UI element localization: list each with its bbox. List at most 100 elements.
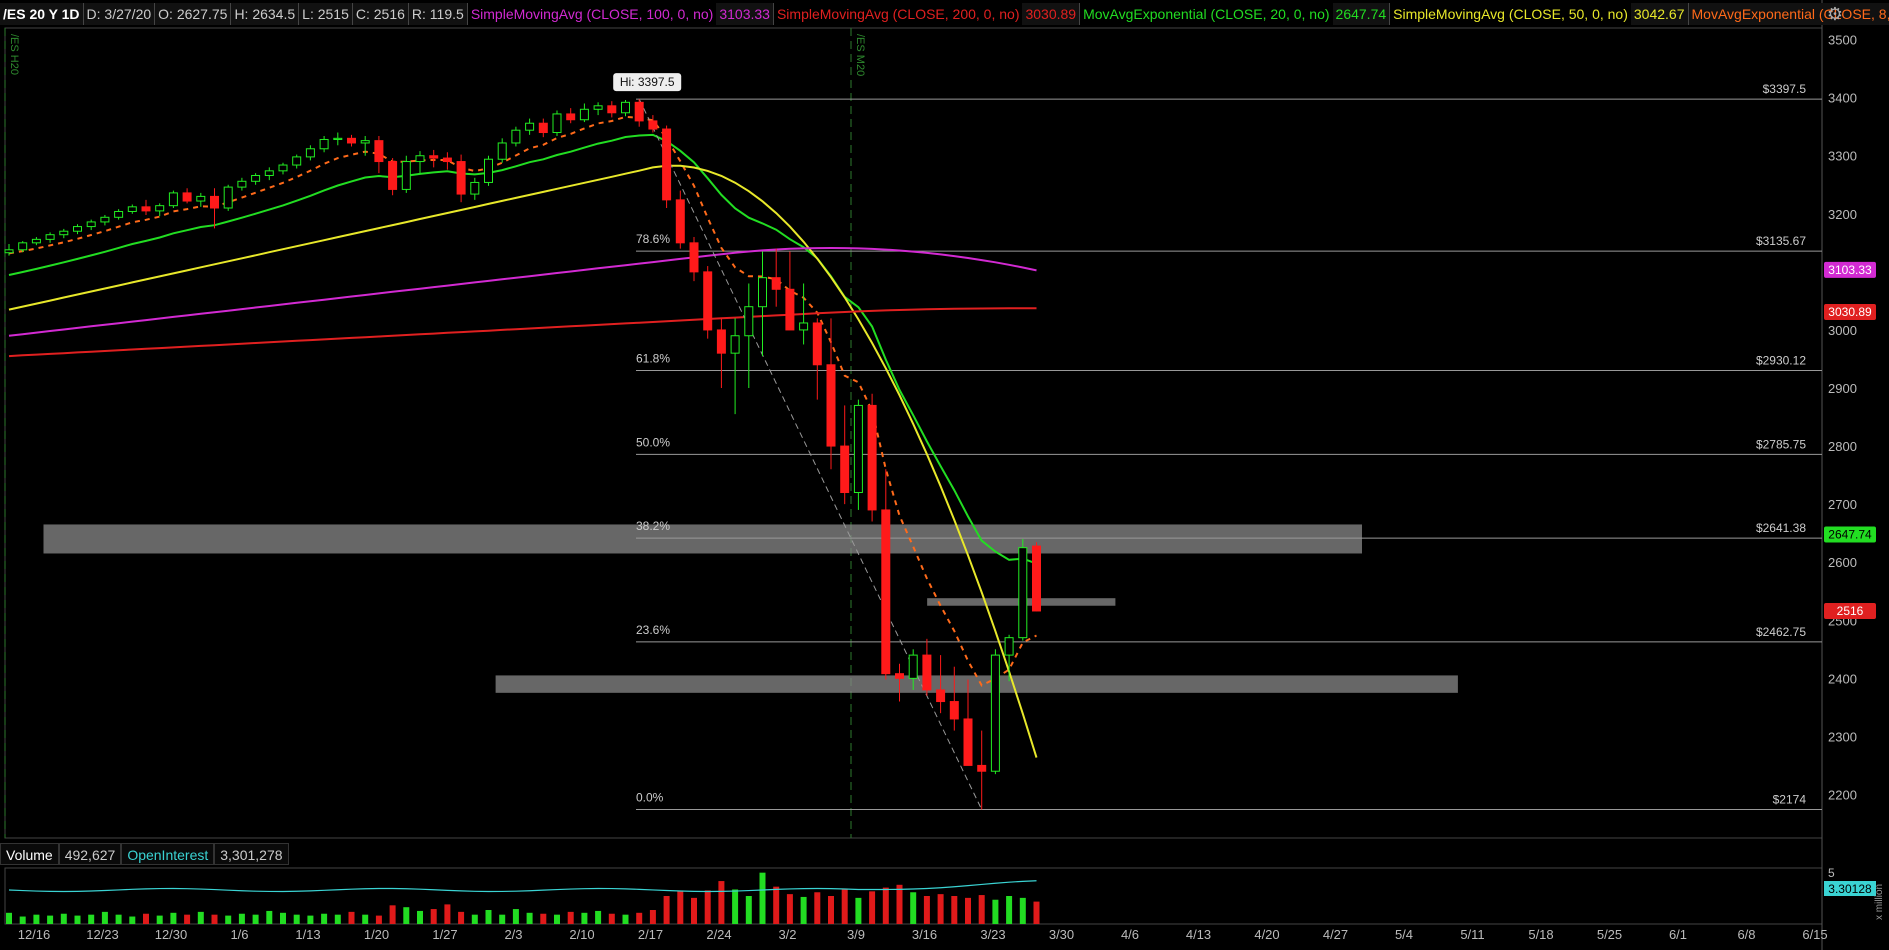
x-tick-label: 4/27 [1323,927,1348,942]
volume-header: Volume 492,627 OpenInterest 3,301,278 [0,843,289,865]
volume-tick-label: 5 [1828,866,1835,880]
price-tag-label: 2516 [1837,604,1864,618]
y-tick-label: 2800 [1828,439,1857,454]
volume-bar [636,912,643,924]
volume-bar [814,892,821,924]
x-tick-label: 3/30 [1049,927,1074,942]
gear-icon[interactable]: ⚙ [1825,4,1845,24]
volume-bar [19,916,26,924]
x-tick-label: 5/4 [1395,927,1413,942]
volume-bar [855,897,862,924]
candle-body [977,764,987,772]
volume-bar [252,914,259,924]
fib-price-label: $2641.38 [1756,521,1806,535]
candle-body [45,234,55,240]
support-resistance-zone [43,524,1362,554]
volume-bar [348,911,355,924]
volume-bar [828,896,834,924]
fib-percent-label: 0.0% [636,791,664,805]
volume-bar [595,910,602,924]
volume-bar [869,891,876,924]
x-tick-label: 2/3 [504,927,522,942]
volume-bar [1006,896,1013,924]
volume-bar [430,909,437,924]
x-tick-label: 1/13 [295,927,320,942]
volume-bar [444,904,451,924]
candle-body [525,122,535,131]
study-sma100-label[interactable]: SimpleMovingAvg (CLOSE, 100, 0, no) [468,3,717,25]
y-tick-label: 3000 [1828,323,1857,338]
candle-body [237,180,247,188]
candle-body [4,249,14,254]
x-tick-label: 1/6 [230,927,248,942]
volume-bar [458,911,465,924]
volume-bar [184,914,191,924]
candle-body [347,137,356,144]
symbol-label[interactable]: /ES 20 Y 1D [0,3,84,25]
candle-body [374,140,384,163]
volume-bar [554,914,560,924]
volume-bar [238,913,245,924]
candle-body [59,230,69,236]
volume-bar [992,899,999,924]
candle-body [141,206,151,212]
volume-bar [978,895,985,924]
low-label: L: 2515 [299,3,353,25]
contract-roll-label: /ES M20 [854,34,866,76]
x-tick-label: 12/16 [18,927,51,942]
volume-value: 492,627 [58,843,122,865]
candle-body [182,192,192,202]
candle-body [1004,637,1014,656]
volume-bar [1019,897,1026,924]
candle-body [168,192,178,207]
candle-body [538,122,548,134]
x-tick-label: 1/20 [364,927,389,942]
study-sma50-label[interactable]: SimpleMovingAvg (CLOSE, 50, 0, no) [1390,3,1631,25]
candle-body [963,718,973,766]
volume-bar [88,914,95,924]
ema20-line [8,133,1037,565]
openinterest-label[interactable]: OpenInterest [121,843,215,865]
volume-bar [129,916,136,924]
candle-body [552,113,562,134]
price-tag-label: 2647.74 [1828,527,1872,541]
volume-bar [33,914,40,924]
candle-body [730,335,740,354]
y-tick-label: 2200 [1828,787,1857,802]
volume-bar [417,910,423,924]
study-ema20-label[interactable]: MovAvgExponential (CLOSE, 20, 0, no) [1080,3,1332,25]
study-sma200-value: 3030.89 [1022,3,1081,25]
volume-bar [403,907,410,924]
candle-body [333,137,343,140]
candle-body [593,105,603,110]
volume-bar [951,896,958,924]
candle-body [648,120,658,130]
x-tick-label: 3/16 [912,927,937,942]
volume-bar [841,888,848,924]
x-tick-label: 5/18 [1528,927,1553,942]
volume-bar [280,912,286,924]
range-label: R: 119.5 [408,3,468,25]
candle-body [785,288,795,331]
candle-body [292,156,302,166]
volume-bar [732,889,739,924]
volume-bar [101,911,108,924]
volume-bar [759,872,766,924]
volume-bar [143,913,149,924]
price-chart[interactable]: 2200230024002500260027002800290030003100… [0,0,1889,950]
candle-body [744,306,754,337]
price-tag-label: 3030.89 [1828,305,1872,319]
study-ema8-label[interactable]: MovAvgExponential (CLOSE, 8, 0, no) [1688,3,1889,25]
fib-price-label: $2930.12 [1756,354,1806,368]
candle-body [949,701,959,720]
volume-unit-label: x million [1874,884,1885,920]
oi-tag-label: 3.30128 [1828,882,1872,896]
volume-bar [937,894,944,924]
candle-body [86,221,96,228]
study-sma200-label[interactable]: SimpleMovingAvg (CLOSE, 200, 0, no) [774,3,1023,25]
candle-body [936,689,946,703]
x-tick-label: 6/8 [1737,927,1755,942]
fib-price-label: $3397.5 [1763,82,1807,96]
volume-label[interactable]: Volume [0,843,59,865]
candle-body [442,157,452,163]
